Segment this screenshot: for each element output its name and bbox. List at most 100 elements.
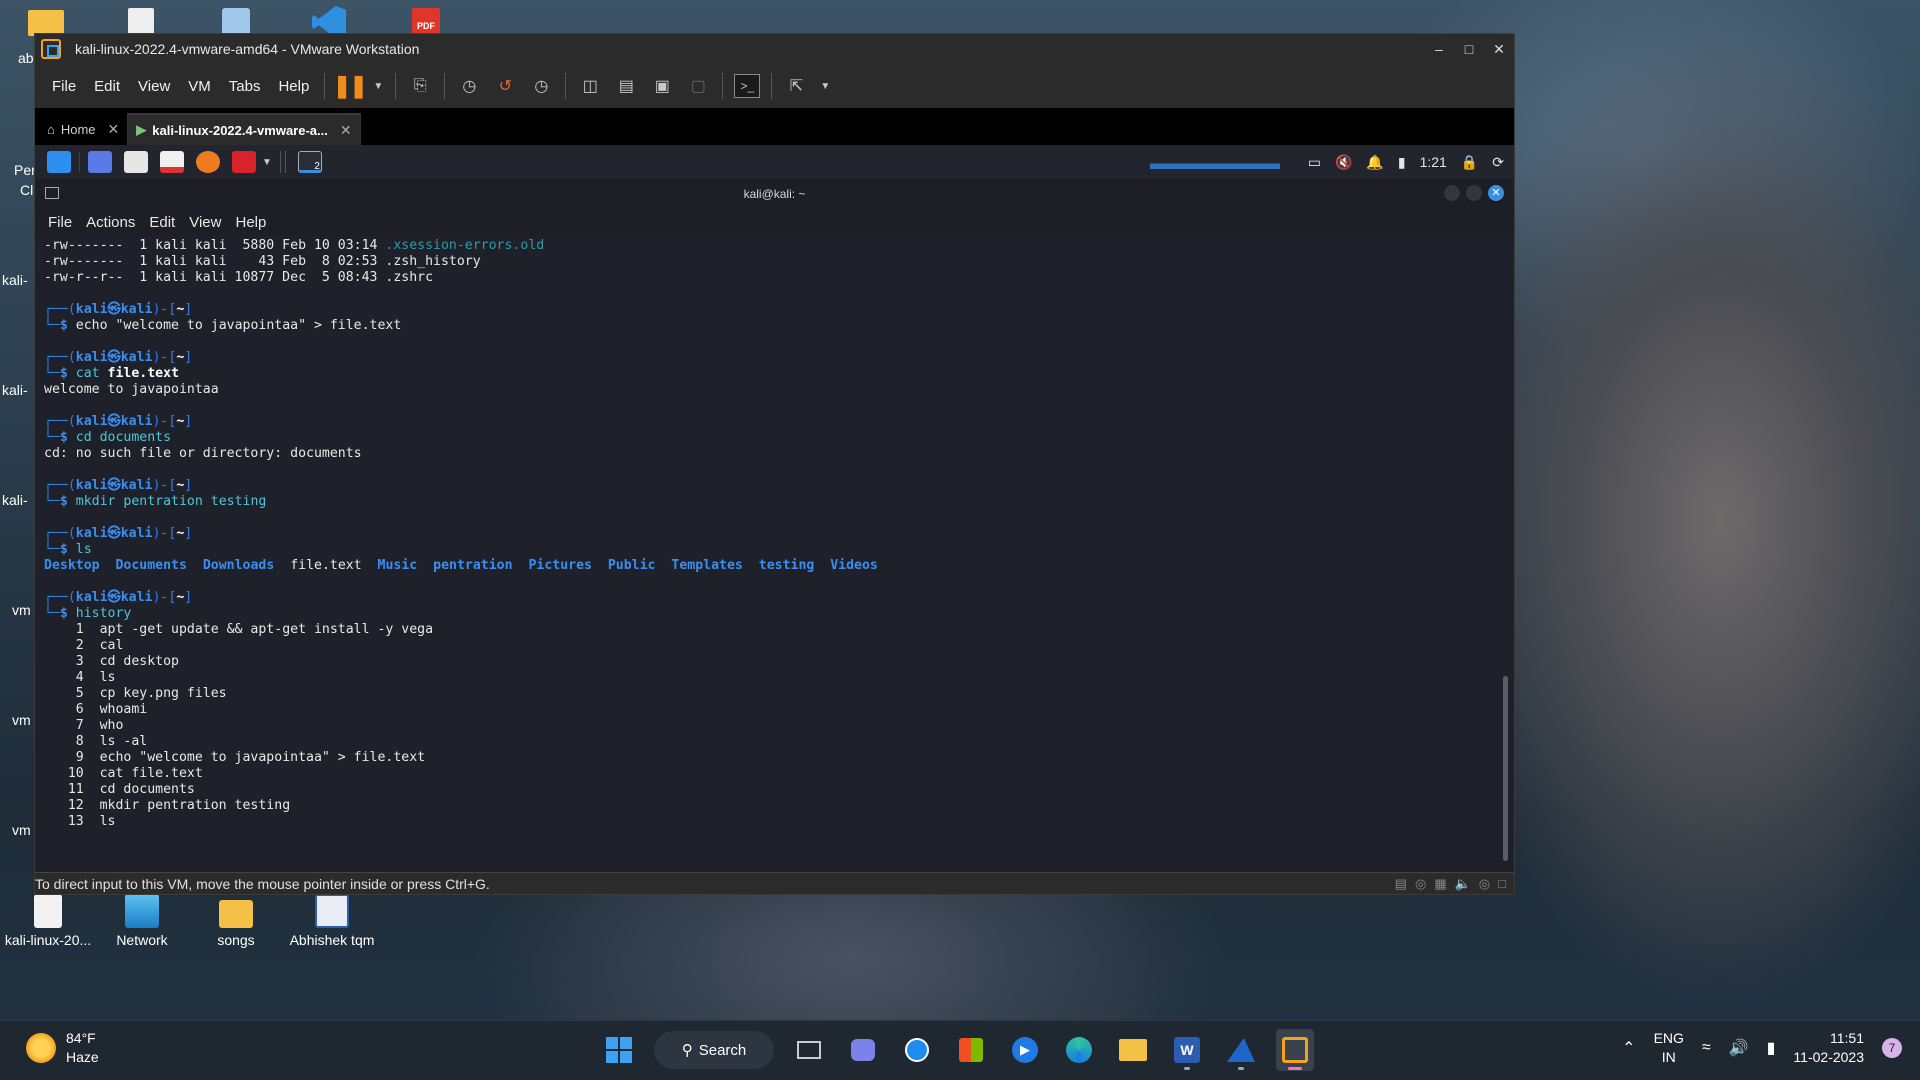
history-number: 2 [44, 638, 100, 653]
word-button[interactable]: W [1168, 1029, 1206, 1071]
menu-view[interactable]: View [129, 78, 179, 95]
kali-tools-icon[interactable] [232, 151, 256, 173]
pause-dropdown-icon[interactable]: ▼ [372, 74, 384, 98]
wifi-icon[interactable]: ≈ [1702, 1039, 1711, 1057]
terminal-task-button[interactable]: 2 [297, 151, 322, 173]
menu-tabs[interactable]: Tabs [220, 78, 270, 95]
edge-label[interactable]: kali- [2, 382, 36, 398]
start-button[interactable] [600, 1029, 638, 1071]
send-ctrl-alt-del-icon[interactable]: ⎘ [407, 74, 433, 98]
wireshark-button[interactable] [1222, 1029, 1260, 1071]
menu-help[interactable]: Help [269, 78, 318, 95]
desktop-icon-kali[interactable]: kali-linux-20... [0, 894, 96, 948]
hard-disk-icon[interactable]: ▤ [1395, 876, 1407, 892]
terminal-titlebar[interactable]: kali@kali: ~ ✕ [35, 180, 1514, 208]
notification-badge[interactable]: 7 [1882, 1038, 1902, 1058]
tab-close-icon[interactable]: ✕ [108, 121, 120, 138]
directory-entry: Music [377, 558, 418, 573]
unity-icon[interactable]: ▢ [685, 74, 711, 98]
terminal-scrollbar[interactable] [1503, 676, 1508, 861]
term-menu-edit[interactable]: Edit [142, 214, 182, 231]
term-menu-actions[interactable]: Actions [79, 214, 142, 231]
sound-card-icon[interactable]: 🔈 [1455, 876, 1471, 892]
snapshot-icon[interactable]: ◷ [456, 74, 482, 98]
revert-snapshot-icon[interactable]: ↺ [492, 74, 518, 98]
usb-icon[interactable]: ◎ [1479, 876, 1490, 892]
firefox-icon[interactable] [196, 151, 220, 173]
volume-icon[interactable]: 🔊 [1729, 1038, 1749, 1058]
pause-icon[interactable]: ❚❚ [333, 73, 368, 98]
message-log-icon[interactable]: □ [1498, 876, 1506, 892]
term-menu-help[interactable]: Help [228, 214, 273, 231]
menu-vm[interactable]: VM [179, 78, 220, 95]
desktop-icon-abhishek[interactable]: Abhishek tqm [284, 894, 380, 948]
terminal-maximize-button[interactable] [1466, 185, 1482, 201]
tab-kali-vm[interactable]: ▶ kali-linux-2022.4-vmware-a... ✕ [128, 113, 361, 145]
panel-clock[interactable]: 1:21 [1420, 154, 1447, 170]
lock-icon[interactable]: 🔒 [1461, 154, 1478, 171]
launcher-dropdown-icon[interactable]: ▼ [262, 157, 272, 168]
edge-button[interactable] [1060, 1029, 1098, 1071]
terminal-close-button[interactable]: ✕ [1488, 185, 1504, 201]
battery-icon[interactable]: ▮ [1398, 154, 1406, 171]
text-editor-icon[interactable] [160, 151, 184, 173]
prompt-bracket: └─ [44, 542, 60, 557]
safari-like-app-button[interactable] [898, 1029, 936, 1071]
term-menu-file[interactable]: File [41, 214, 79, 231]
term-menu-view[interactable]: View [182, 214, 228, 231]
display-icon[interactable]: ▭ [1308, 154, 1321, 171]
task-view-button[interactable] [790, 1029, 828, 1071]
stretch-guest-icon[interactable]: ⇱ [783, 74, 809, 98]
terminal-window-controls: ✕ [1444, 185, 1504, 201]
close-button[interactable]: ✕ [1484, 41, 1514, 58]
edge-label[interactable]: kali- [2, 272, 36, 288]
directory-entry: Videos [830, 558, 878, 573]
notification-bell-icon[interactable]: 🔔 [1366, 154, 1383, 171]
desktop-icon-network[interactable]: Network [94, 894, 190, 948]
menu-file[interactable]: File [43, 78, 85, 95]
vmware-taskbar-button[interactable] [1276, 1029, 1314, 1071]
directory-entry: Templates [671, 558, 743, 573]
teams-button[interactable] [844, 1029, 882, 1071]
tab-home[interactable]: ⌂ Home ✕ [39, 113, 129, 145]
clock[interactable]: 11:51 11-02-2023 [1793, 1029, 1864, 1067]
language-indicator[interactable]: ENG IN [1654, 1029, 1684, 1067]
thumbnail-bar-icon[interactable]: ▤ [613, 74, 639, 98]
vmware-statusbar: To direct input to this VM, move the mou… [35, 872, 1514, 894]
taskbar-search[interactable]: ⚲ Search [654, 1031, 774, 1069]
vmware-titlebar[interactable]: kali-linux-2022.4-vmware-amd64 - VMware … [35, 34, 1514, 64]
network-adapter-icon[interactable]: ▦ [1434, 876, 1446, 892]
kali-menu-icon[interactable] [47, 151, 71, 173]
minimize-button[interactable]: – [1424, 41, 1454, 58]
terminal-output[interactable]: -rw------- 1 kali kali 5880 Feb 10 03:14… [35, 236, 1514, 872]
cd-drive-icon[interactable]: ◎ [1415, 876, 1426, 892]
stretch-dropdown-icon[interactable]: ▼ [819, 74, 831, 98]
desktop-icon-songs[interactable]: songs [188, 894, 284, 948]
mute-icon[interactable]: 🔇 [1335, 154, 1352, 171]
menu-edit[interactable]: Edit [85, 78, 129, 95]
show-desktop-icon[interactable] [88, 151, 112, 173]
folder-icon [219, 900, 253, 928]
store-button[interactable] [952, 1029, 990, 1071]
edge-label[interactable]: kali- [2, 492, 36, 508]
directory-entry: Desktop [44, 558, 100, 573]
file-manager-icon[interactable] [124, 151, 148, 173]
show-library-icon[interactable]: ◫ [577, 74, 603, 98]
snapshot-manager-icon[interactable]: ◷ [528, 74, 554, 98]
media-player-button[interactable]: ▶ [1006, 1029, 1044, 1071]
console-view-icon[interactable]: >_ [734, 74, 761, 98]
tab-close-icon[interactable]: ✕ [340, 122, 352, 139]
search-icon: ⚲ [681, 1042, 693, 1059]
file-explorer-button[interactable] [1114, 1029, 1152, 1071]
terminal-minimize-button[interactable] [1444, 185, 1460, 201]
power-icon[interactable]: ⟳ [1492, 154, 1504, 171]
full-screen-icon[interactable]: ▣ [649, 74, 675, 98]
battery-icon[interactable]: ▮ [1767, 1038, 1776, 1058]
show-hidden-icons-icon[interactable]: ⌃ [1622, 1038, 1635, 1058]
prompt-bracket: ] [184, 302, 193, 317]
maximize-button[interactable]: □ [1454, 41, 1484, 58]
weather-widget[interactable]: 84°F Haze [26, 1029, 99, 1067]
